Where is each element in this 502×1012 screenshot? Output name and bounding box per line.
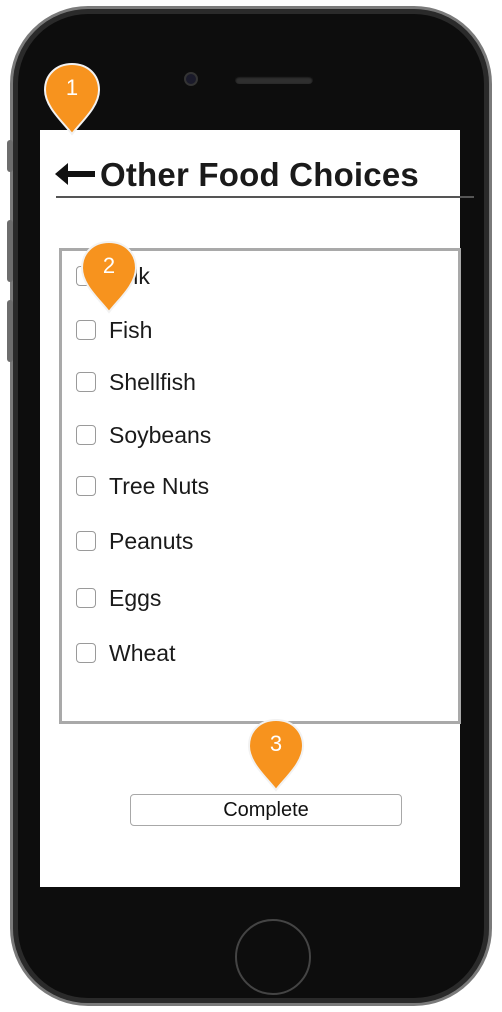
list-item-soybeans[interactable]: Soybeans	[76, 422, 211, 448]
checkbox[interactable]	[76, 643, 96, 663]
item-label: Eggs	[109, 584, 162, 611]
callout-marker-3: 3	[246, 718, 306, 792]
item-label: Soybeans	[109, 421, 212, 448]
item-label: Shellfish	[109, 368, 196, 395]
list-item-shellfish[interactable]: Shellfish	[76, 369, 196, 395]
volume-up-button	[7, 220, 13, 282]
volume-down-button	[7, 300, 13, 362]
page-title: Other Food Choices	[100, 156, 419, 193]
list-item-peanuts[interactable]: Peanuts	[76, 528, 193, 554]
checkbox[interactable]	[76, 320, 96, 340]
list-item-fish[interactable]: Fish	[76, 317, 152, 343]
checkbox[interactable]	[76, 588, 96, 608]
home-button[interactable]	[235, 919, 311, 995]
checkbox[interactable]	[76, 476, 96, 496]
item-label: Peanuts	[109, 527, 194, 554]
title-bar: Other Food Choices	[55, 154, 475, 198]
list-item-wheat[interactable]: Wheat	[76, 640, 175, 666]
speaker-grille	[235, 76, 313, 84]
checkbox[interactable]	[76, 531, 96, 551]
complete-button[interactable]: Complete	[130, 794, 402, 826]
checkbox[interactable]	[76, 372, 96, 392]
list-item-tree-nuts[interactable]: Tree Nuts	[76, 473, 209, 499]
back-arrow-icon[interactable]	[55, 154, 95, 194]
callout-number: 1	[65, 75, 79, 100]
item-label: Wheat	[109, 639, 176, 666]
mute-switch	[7, 140, 13, 172]
title-divider	[56, 196, 474, 198]
checkbox[interactable]	[76, 425, 96, 445]
item-label: Fish	[109, 316, 153, 343]
front-camera	[184, 72, 198, 86]
callout-marker-2: 2	[79, 240, 139, 314]
callout-marker-1: 1	[42, 62, 102, 136]
item-label: Tree Nuts	[109, 472, 210, 499]
list-item-eggs[interactable]: Eggs	[76, 585, 161, 611]
callout-number: 2	[102, 253, 116, 278]
callout-number: 3	[269, 731, 283, 756]
